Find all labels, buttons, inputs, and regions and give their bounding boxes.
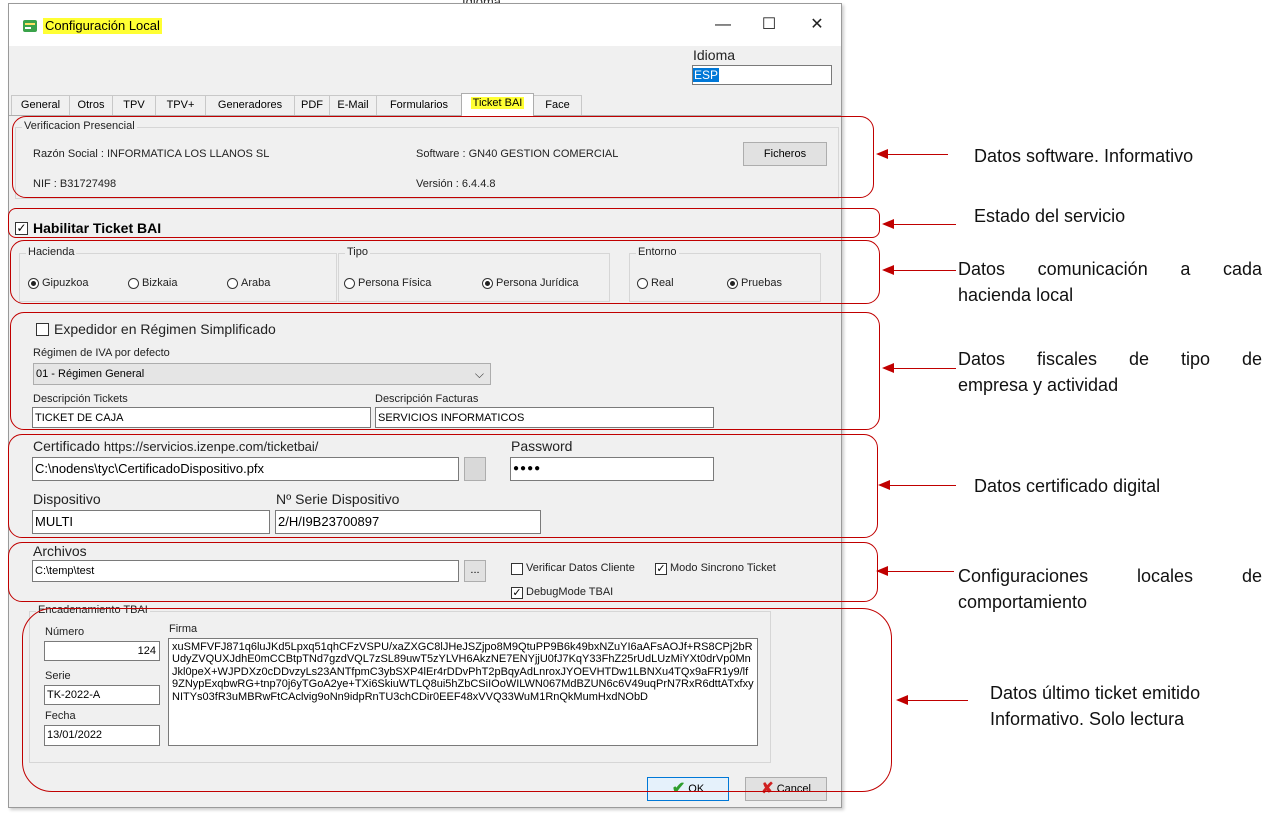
arrowhead-certificado-icon <box>878 480 890 490</box>
annotation-arrow-ultimo <box>898 700 968 701</box>
tab-ticket-bai-label: Ticket BAI <box>470 97 525 109</box>
annotation-text-fiscal: Datos fiscales de tipo de empresa y acti… <box>958 346 1262 398</box>
arrowhead-hacienda-icon <box>882 265 894 275</box>
arrowhead-fiscal-icon <box>882 363 894 373</box>
window-title: Configuración Local <box>43 18 162 34</box>
annotation-arrow-config <box>878 571 954 572</box>
annotation-arrow-estado <box>884 224 956 225</box>
idioma-label: Idioma <box>693 47 736 63</box>
annotation-box-certificado <box>8 434 878 538</box>
annotation-fiscal-line1: Datos fiscales de tipo de <box>958 349 1262 369</box>
tab-tpv-plus[interactable]: TPV+ <box>155 95 206 115</box>
annotation-arrow-fiscal <box>884 368 956 369</box>
tab-otros[interactable]: Otros <box>69 95 113 115</box>
title-bar[interactable]: Configuración Local — ☐ ✕ <box>9 4 841 46</box>
annotation-hacienda-line1: Datos comunicación a cada <box>958 259 1262 279</box>
tab-tpv[interactable]: TPV <box>112 95 156 115</box>
tab-generadores[interactable]: Generadores <box>205 95 295 115</box>
annotation-config-line1: Configuraciones locales de <box>958 566 1262 586</box>
annotation-text-ultimo: Datos último ticket emitido Informativo.… <box>990 680 1200 732</box>
annotation-fiscal-line2: empresa y actividad <box>958 375 1119 395</box>
arrowhead-config-icon <box>876 566 888 576</box>
annotation-box-config <box>8 542 878 602</box>
annotation-arrow-hacienda <box>884 270 956 271</box>
annotation-box-ultimo <box>22 608 892 792</box>
tab-strip: General Otros TPV TPV+ Generadores PDF E… <box>9 93 841 116</box>
tab-email[interactable]: E-Mail <box>329 95 377 115</box>
tab-ticket-bai[interactable]: Ticket BAI <box>461 93 534 116</box>
close-button[interactable]: ✕ <box>797 12 837 38</box>
annotation-text-config: Configuraciones locales de comportamient… <box>958 563 1262 615</box>
tab-formularios[interactable]: Formularios <box>376 95 462 115</box>
minimize-button[interactable]: — <box>703 12 743 38</box>
idioma-value: ESP <box>693 68 720 82</box>
annotation-text-software: Datos software. Informativo <box>974 146 1194 166</box>
maximize-button[interactable]: ☐ <box>749 12 789 38</box>
app-icon <box>22 18 38 34</box>
annotation-arrow-certificado <box>880 485 956 486</box>
annotation-arrow-software <box>878 154 948 155</box>
arrowhead-software-icon <box>876 149 888 159</box>
annotation-box-estado <box>8 208 880 238</box>
annotation-config-line2: comportamiento <box>958 592 1088 612</box>
annotation-box-software <box>12 116 874 198</box>
annotation-text-hacienda: Datos comunicación a cada hacienda local <box>958 256 1262 308</box>
idioma-input[interactable]: ESP <box>692 65 832 85</box>
arrowhead-estado-icon <box>882 219 894 229</box>
tab-pdf[interactable]: PDF <box>294 95 330 115</box>
arrowhead-ultimo-icon <box>896 695 908 705</box>
annotation-ultimo-line2: Informativo. Solo lectura <box>990 709 1185 729</box>
annotation-box-fiscal <box>10 312 880 430</box>
annotation-text-certificado: Datos certificado digital <box>974 476 1161 496</box>
annotation-box-hacienda <box>10 240 880 304</box>
annotation-ultimo-line1: Datos último ticket emitido <box>990 683 1201 703</box>
annotation-text-estado: Estado del servicio <box>974 206 1126 226</box>
tab-general[interactable]: General <box>11 95 70 115</box>
tab-face[interactable]: Face <box>533 95 582 115</box>
annotation-hacienda-line2: hacienda local <box>958 285 1074 305</box>
